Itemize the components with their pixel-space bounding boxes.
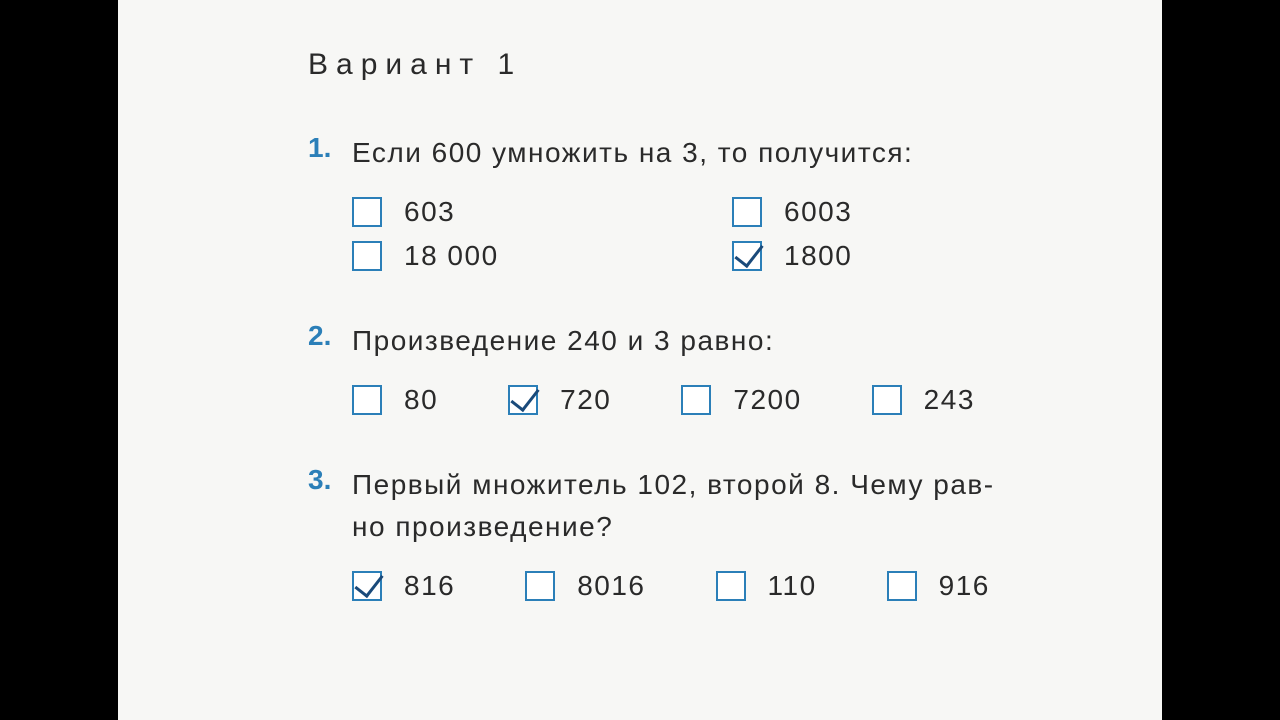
option-label: 6003	[784, 196, 852, 228]
checkbox[interactable]	[525, 571, 555, 601]
variant-title: Вариант 1	[308, 48, 1102, 82]
option[interactable]: 7200	[681, 384, 801, 416]
options-row: 816 8016 110 916	[352, 570, 1152, 602]
option[interactable]: 720	[508, 384, 611, 416]
checkbox-checked[interactable]	[352, 571, 382, 601]
question-number: 1.	[308, 132, 352, 164]
option[interactable]: 916	[887, 570, 990, 602]
option-label: 816	[404, 570, 455, 602]
checkbox-checked[interactable]	[508, 385, 538, 415]
question-text: Произведение 240 и 3 равно:	[352, 320, 1152, 362]
option-label: 110	[768, 570, 817, 602]
option-label: 720	[560, 384, 611, 416]
option[interactable]: 243	[872, 384, 975, 416]
question-text: Если 600 умножить на 3, то получится:	[352, 132, 1102, 174]
question-2: 2. Произведение 240 и 3 равно: 80 720 72…	[178, 320, 1102, 416]
option-label: 243	[924, 384, 975, 416]
question-number: 3.	[308, 464, 352, 496]
option[interactable]: 80	[352, 384, 438, 416]
checkbox[interactable]	[732, 197, 762, 227]
question-1: 1. Если 600 умножить на 3, то получится:…	[178, 132, 1102, 272]
option[interactable]: 110	[716, 570, 817, 602]
checkbox[interactable]	[887, 571, 917, 601]
option[interactable]: 18 000	[352, 240, 692, 272]
option[interactable]: 1800	[732, 240, 1072, 272]
option-label: 1800	[784, 240, 852, 272]
option-label: 7200	[733, 384, 801, 416]
option[interactable]: 8016	[525, 570, 645, 602]
checkbox[interactable]	[872, 385, 902, 415]
checkbox-checked[interactable]	[732, 241, 762, 271]
option-label: 18 000	[404, 240, 499, 272]
option[interactable]: 603	[352, 196, 692, 228]
question-number: 2.	[308, 320, 352, 352]
options-grid: 603 6003 18 000 1800	[352, 196, 1072, 272]
checkbox[interactable]	[716, 571, 746, 601]
checkbox[interactable]	[352, 197, 382, 227]
option-label: 8016	[577, 570, 645, 602]
option-label: 80	[404, 384, 438, 416]
worksheet-page: Вариант 1 1. Если 600 умножить на 3, то …	[118, 0, 1162, 720]
checkbox[interactable]	[681, 385, 711, 415]
checkbox[interactable]	[352, 241, 382, 271]
option-label: 916	[939, 570, 990, 602]
options-row: 80 720 7200 243	[352, 384, 1152, 416]
question-text: Первый множитель 102, второй 8. Чему рав…	[352, 464, 1152, 548]
question-3: 3. Первый множитель 102, второй 8. Чему …	[178, 464, 1102, 602]
option[interactable]: 6003	[732, 196, 1072, 228]
option[interactable]: 816	[352, 570, 455, 602]
option-label: 603	[404, 196, 455, 228]
checkbox[interactable]	[352, 385, 382, 415]
